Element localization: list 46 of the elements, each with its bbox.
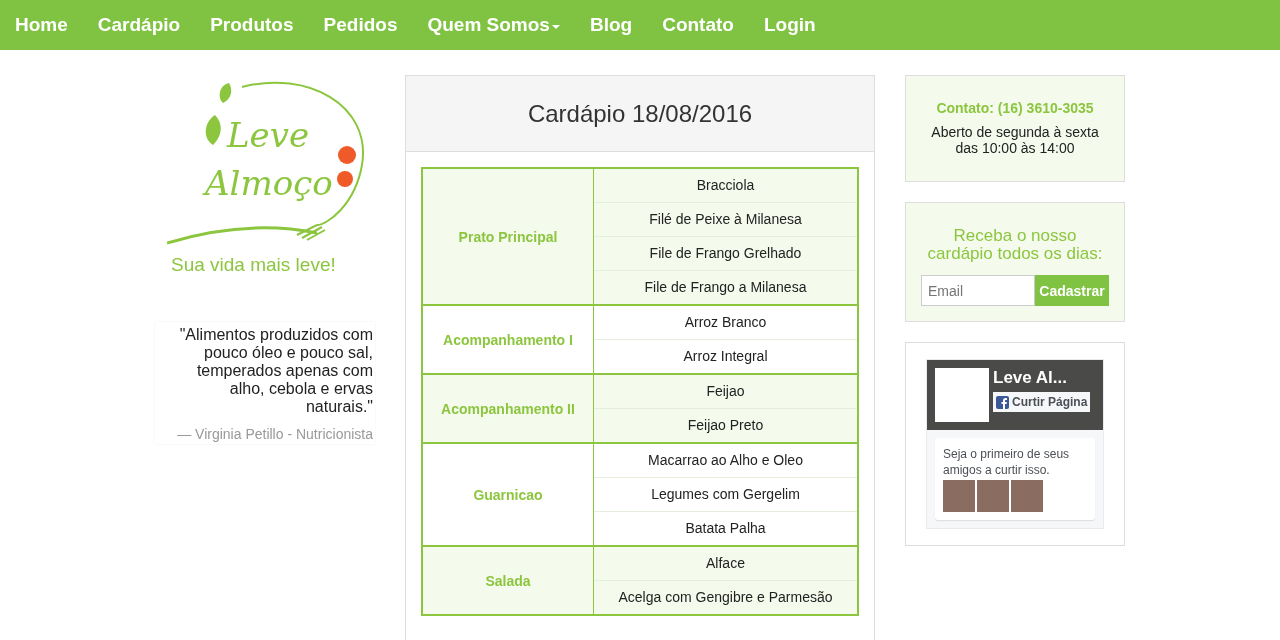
subscribe-button[interactable]: Cadastrar [1035,275,1109,306]
dish-cell: Legumes com Gergelim [594,477,857,511]
dish-cell: Batata Palha [594,511,857,545]
dish-cell: File de Frango Grelhado [594,236,857,270]
dish-cell: Feijao Preto [594,408,857,442]
newsletter-heading: Receba o nosso cardápio todos os dias: [926,227,1104,263]
caret-icon [551,25,560,29]
dish-cell: File de Frango a Milanesa [594,270,857,304]
dish-cell-text: Macarrao ao Alho e Oleo [647,451,804,470]
page-logo-placeholder [935,368,989,422]
friends-text: Seja o primeiro de seus amigos a curtir isso. [943,446,1071,478]
friend-photo-placeholder [943,480,975,512]
menu-title: Cardápio 18/08/2016 [527,99,753,128]
friend-photo-placeholder [1011,480,1043,512]
dish-cell: Acelga com Gengibre e Parmesão [594,580,857,614]
category-cell: Salada [423,547,594,614]
dish-cell-text: Feijao [705,382,746,401]
page-name[interactable]: Leve Al... [993,368,1091,388]
like-button[interactable]: Curtir Página [993,392,1091,412]
category-cell: Guarnicao [423,444,594,545]
nav-link[interactable]: Blog [574,14,648,36]
nav-link[interactable]: Produtos [195,14,309,36]
category-cell: Acompanhamento II [423,375,594,442]
dish-cell-text: Bracciola [695,176,756,195]
nav-link[interactable]: Contato [647,14,749,36]
friend-photo-placeholder [977,480,1009,512]
opening-hours: das 10:00 às 14:00 [954,140,1076,156]
dish-cell: Filé de Peixe à Milanesa [594,202,857,236]
quote-author: — Virginia Petillo - Nutricionista [176,426,373,442]
dish-cell-text: Alface [705,554,746,573]
nav-link[interactable]: Quem Somos [412,14,575,36]
facebook-icon [996,395,1009,409]
email-field[interactable]: Email [921,275,1035,306]
category-cell: Acompanhamento I [423,306,594,373]
contact-phone: Contato: (16) 3610-3035 [935,100,1095,116]
dish-cell: Arroz Integral [594,339,857,373]
quote-text: "Alimentos produzidos com pouco óleo e pouco sal, temperados apenas com alho, cebola e ervas naturais." [178,326,373,416]
logo-text: Leve [227,115,310,155]
category-cell: Prato Principal [423,169,594,304]
tagline: Sua vida mais leve! [171,254,336,276]
nav-link[interactable]: Login [748,14,831,36]
nav-link[interactable]: Cardápio [82,14,196,36]
dish-cell-text: Arroz Branco [683,313,768,332]
opening-hours: Aberto de segunda à sexta [930,124,1100,140]
nav-link[interactable]: Pedidos [308,14,413,36]
nav-link[interactable]: Home [0,14,83,36]
